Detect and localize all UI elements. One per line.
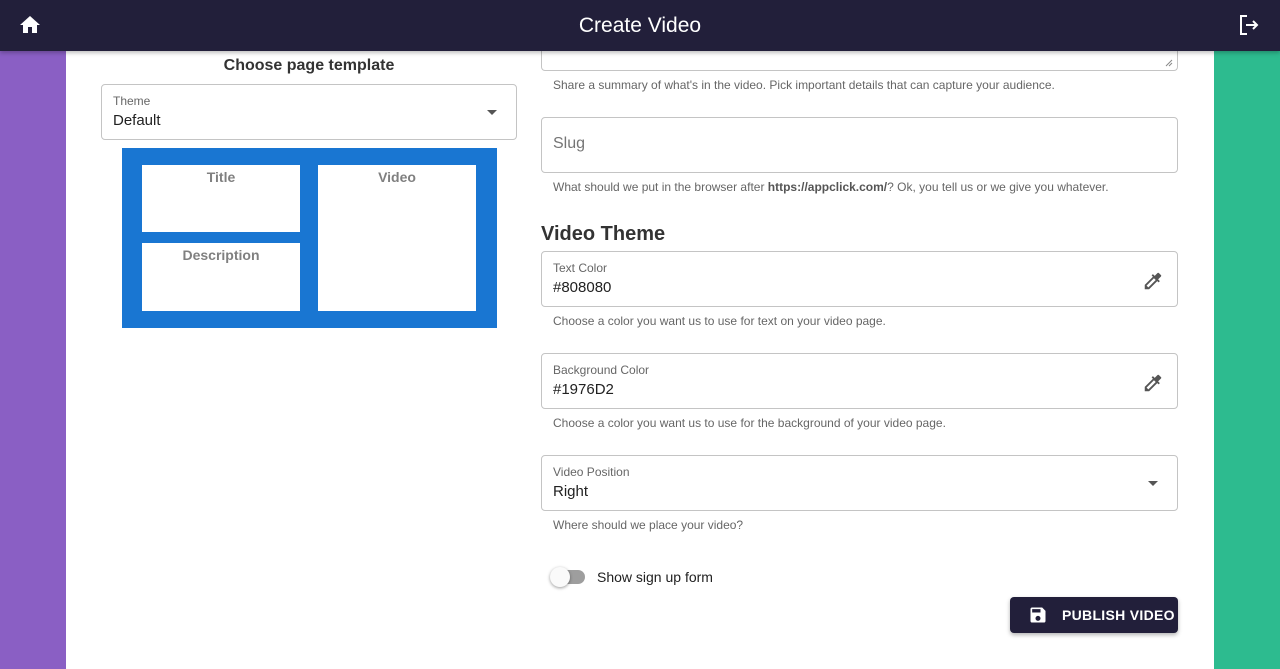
home-icon[interactable] <box>18 13 42 37</box>
signup-form-label: Show sign up form <box>597 569 713 585</box>
text-color-helper: Choose a color you want us to use for te… <box>553 314 886 328</box>
publish-video-label: PUBLISH VIDEO <box>1062 607 1175 623</box>
page-title: Create Video <box>578 14 702 37</box>
background-color-label: Background Color <box>553 363 650 377</box>
text-color-value: #808080 <box>553 279 612 296</box>
dropdown-arrow-icon <box>487 110 497 115</box>
template-description-block: Description <box>142 243 300 311</box>
theme-select[interactable]: Theme Default <box>101 84 517 140</box>
description-helper: Share a summary of what's in the video. … <box>553 78 1055 92</box>
toggle-thumb <box>550 567 570 587</box>
text-color-label: Text Color <box>553 261 608 275</box>
video-position-label: Video Position <box>553 465 630 479</box>
resize-grip-icon[interactable] <box>1165 59 1173 67</box>
dropdown-arrow-icon <box>1148 481 1158 486</box>
publish-video-button[interactable]: PUBLISH VIDEO <box>1010 597 1178 633</box>
video-position-value: Right <box>553 483 589 500</box>
text-color-field[interactable]: Text Color #808080 <box>541 251 1178 307</box>
theme-value: Default <box>113 112 161 129</box>
template-video-block: Video <box>318 165 476 311</box>
video-theme-heading: Video Theme <box>541 223 666 245</box>
slug-helper: What should we put in the browser after … <box>553 180 1109 194</box>
save-icon <box>1030 607 1046 623</box>
app-bar: Create Video <box>0 0 1280 51</box>
slug-input[interactable]: Slug <box>541 117 1178 173</box>
color-picker-icon[interactable] <box>1142 270 1164 292</box>
color-picker-icon[interactable] <box>1142 372 1164 394</box>
background-color-value: #1976D2 <box>553 381 614 398</box>
background-color-field[interactable]: Background Color #1976D2 <box>541 353 1178 409</box>
slug-helper-url: https://appclick.com/ <box>767 180 888 194</box>
template-preview: Title Description Video <box>122 148 497 328</box>
left-accent-stripe <box>0 0 66 669</box>
video-position-select[interactable]: Video Position Right <box>541 455 1178 511</box>
background-color-helper: Choose a color you want us to use for th… <box>553 416 946 430</box>
theme-label: Theme <box>113 94 151 108</box>
template-heading: Choose page template <box>223 57 395 74</box>
template-title-block: Title <box>142 165 300 232</box>
slug-placeholder: Slug <box>553 135 586 152</box>
right-accent-stripe <box>1214 0 1280 669</box>
signup-form-toggle[interactable] <box>550 567 588 587</box>
video-position-helper: Where should we place your video? <box>553 518 744 532</box>
logout-icon[interactable] <box>1237 13 1261 37</box>
